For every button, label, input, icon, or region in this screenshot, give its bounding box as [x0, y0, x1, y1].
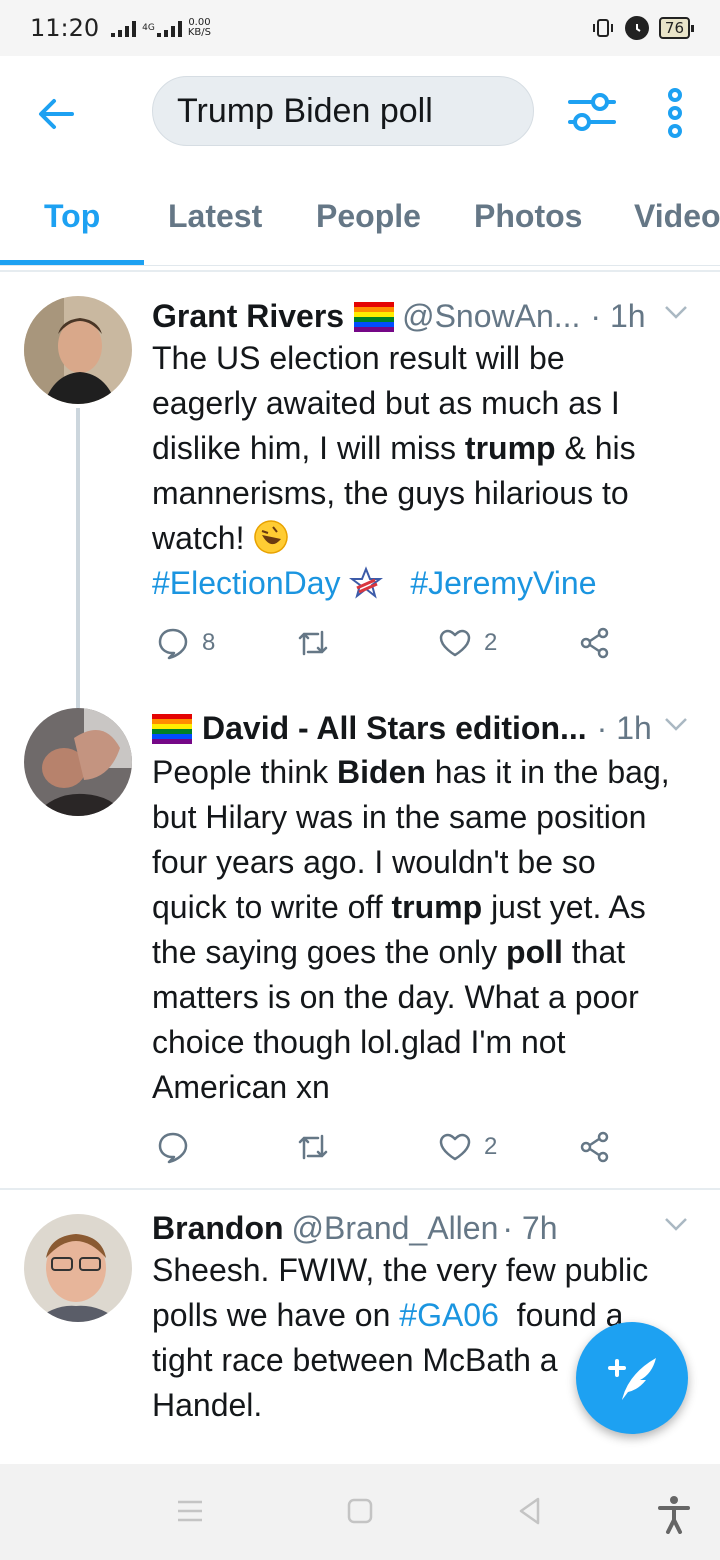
hashtag-link[interactable]: #ElectionDay — [152, 565, 341, 601]
network-type: 4G — [142, 22, 155, 33]
search-tabs: Top Latest People Photos Videos — [0, 180, 720, 266]
tweet-time: · 1h — [596, 710, 652, 746]
chevron-down-icon[interactable] — [662, 714, 690, 734]
text-line: People think Biden has it in the bag, — [152, 754, 670, 790]
text-line: matters is on the day. What a poor — [152, 979, 639, 1015]
tweet-header: Brandon @Brand_Allen · 7h — [152, 1210, 690, 1247]
rainbow-flag-icon — [354, 301, 395, 332]
avatar[interactable] — [24, 1214, 132, 1322]
text-line: Sheesh. FWIW, the very few public — [152, 1252, 649, 1288]
thread-line — [76, 408, 80, 698]
tweet-actions: 8 2 — [152, 626, 622, 666]
author-name[interactable]: Brandon — [152, 1210, 284, 1247]
vibrate-icon — [592, 19, 613, 37]
text-line: dislike him, I will miss trump & his — [152, 430, 636, 466]
text-line: quick to write off trump just yet. As — [152, 889, 646, 925]
chevron-down-icon[interactable] — [662, 302, 690, 322]
text-line: The US election result will be — [152, 340, 565, 376]
system-nav-bar — [0, 1464, 720, 1560]
avatar[interactable] — [24, 708, 132, 816]
search-header: Trump Biden poll — [0, 56, 720, 168]
author-name[interactable]: David - All Stars edition... — [202, 710, 587, 747]
like-icon — [439, 629, 471, 657]
text-line: mannerisms, the guys hilarious to — [152, 475, 629, 511]
like-count: 2 — [484, 1133, 498, 1160]
battery-indicator: 76 — [658, 17, 695, 39]
search-input[interactable]: Trump Biden poll — [152, 76, 534, 146]
avatar[interactable] — [24, 296, 132, 404]
author-name[interactable]: Grant Rivers — [152, 298, 344, 335]
more-vertical-icon[interactable] — [660, 88, 690, 138]
tab-people[interactable]: People — [316, 198, 421, 235]
like-icon — [439, 1133, 471, 1161]
reply-icon — [158, 1132, 188, 1164]
like-button[interactable]: 2 — [438, 1130, 497, 1164]
tweet[interactable]: Grant Rivers @SnowAn... · 1h The US elec… — [0, 272, 720, 698]
tweet-header: David - All Stars edition... · 1h — [152, 710, 690, 747]
text-line: but Hilary was in the same position — [152, 799, 647, 835]
share-button[interactable] — [578, 626, 612, 660]
filter-icon[interactable] — [566, 88, 618, 136]
tweet-text: People think Biden has it in the bag, bu… — [152, 750, 700, 1110]
home-icon[interactable] — [346, 1494, 374, 1528]
menu-icon[interactable] — [176, 1494, 204, 1528]
speed-unit: KB/S — [187, 27, 212, 38]
thread-line — [76, 692, 80, 708]
reply-count: 8 — [202, 629, 216, 656]
text-line: watch! — [152, 516, 700, 561]
back-nav-icon[interactable] — [516, 1494, 544, 1528]
reply-button[interactable] — [156, 1130, 202, 1164]
share-icon — [580, 627, 609, 659]
tweet-time: · 1h — [590, 298, 646, 334]
text-line: eagerly awaited but as much as I — [152, 385, 620, 421]
compose-tweet-button[interactable] — [576, 1322, 688, 1434]
network-speed: 0.00 KB/S — [188, 18, 211, 38]
accessibility-icon[interactable] — [656, 1494, 692, 1534]
tweet-text: The US election result will be eagerly a… — [152, 336, 700, 606]
tweet-header: Grant Rivers @SnowAn... · 1h — [152, 298, 690, 335]
text-line: choice though lol.glad I'm not — [152, 1024, 566, 1060]
compose-tweet-icon — [608, 1358, 656, 1400]
tab-latest[interactable]: Latest — [168, 198, 262, 235]
tab-videos[interactable]: Videos — [634, 198, 720, 235]
hashtag-link[interactable]: #GA06 — [399, 1297, 499, 1333]
back-arrow-icon[interactable] — [34, 92, 78, 136]
search-query: Trump Biden poll — [177, 91, 433, 130]
retweet-icon — [298, 630, 328, 656]
tweet-time: · 7h — [502, 1210, 558, 1246]
like-button[interactable]: 2 — [438, 626, 497, 660]
hashtag-link[interactable]: #JeremyVine — [410, 565, 596, 601]
tweet-actions: 2 — [152, 1130, 622, 1170]
tweet[interactable]: David - All Stars edition... · 1h People… — [0, 692, 720, 1186]
like-count: 2 — [484, 629, 498, 656]
retweet-button[interactable] — [296, 626, 342, 660]
status-bar: 11:20 4G 0.00 KB/S 76 — [0, 0, 720, 56]
signal-icon-2 — [156, 19, 182, 37]
reply-icon — [158, 628, 188, 660]
share-icon — [580, 1131, 609, 1163]
reply-button[interactable]: 8 — [156, 626, 215, 660]
laughing-emoji-icon — [254, 520, 289, 554]
alarm-icon — [624, 16, 649, 40]
retweet-icon — [298, 1134, 328, 1160]
signal-icon — [111, 19, 137, 37]
text-line: the saying goes the only poll that — [152, 934, 626, 970]
hashtag-line: #ElectionDay #JeremyVine — [152, 561, 700, 606]
rainbow-flag-icon — [152, 713, 192, 744]
tab-photos[interactable]: Photos — [474, 198, 582, 235]
active-tab-indicator — [0, 260, 144, 265]
chevron-down-icon[interactable] — [662, 1214, 690, 1234]
text-line: four years ago. I wouldn't be so — [152, 844, 596, 880]
text-line: American xn — [152, 1069, 330, 1105]
status-time: 11:20 — [30, 14, 100, 42]
star-flag-icon — [349, 566, 384, 599]
retweet-button[interactable] — [296, 1130, 342, 1164]
author-handle: @Brand_Allen — [291, 1210, 499, 1246]
author-handle: @SnowAn... — [402, 298, 581, 334]
tab-top[interactable]: Top — [44, 198, 100, 235]
share-button[interactable] — [578, 1130, 612, 1164]
